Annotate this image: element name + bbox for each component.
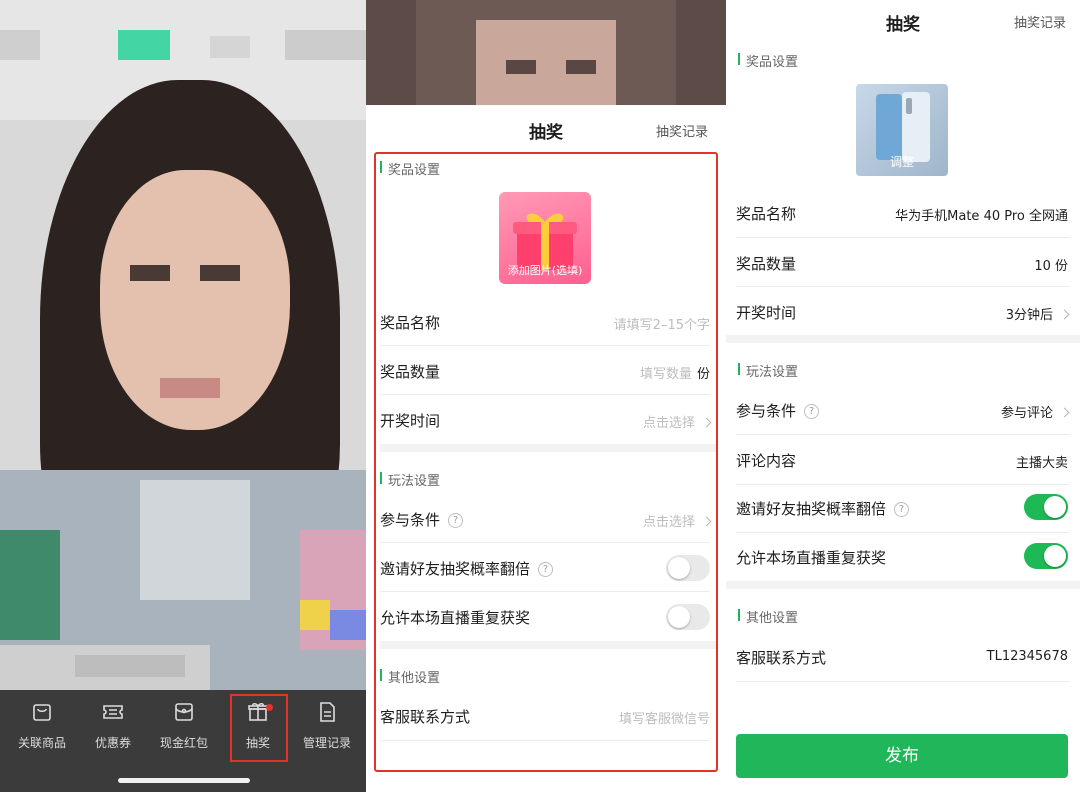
document-icon [315,700,339,724]
bag-icon [30,700,54,724]
nav-item-management[interactable]: 管理记录 [291,700,363,751]
prize-quantity-value[interactable]: 10 份 [948,255,1068,274]
customer-service-label: 客服联系方式 [736,649,827,667]
comment-content-value[interactable]: 主播大卖 [918,452,1068,471]
invite-double-chance: 邀请好友抽奖概率翻倍? [736,498,910,519]
prize-name-value[interactable]: 华为手机Mate 40 Pro 全网通 [838,205,1068,224]
nav-item-coupon[interactable]: 优惠券 [77,700,149,751]
prize-name-label: 奖品名称 [736,205,797,223]
draw-time-label: 开奖时间 [736,304,797,322]
stream-tag [118,30,170,60]
customer-service-value[interactable]: TL12345678 [908,649,1068,664]
publish-button[interactable]: 发布 [736,734,1068,778]
coupon-icon [101,700,125,724]
chevron-right-icon [1059,309,1070,320]
section-prize-settings: 奖品设置 [738,51,798,70]
invite-toggle[interactable] [1024,494,1068,520]
section-other-settings: 其他设置 [738,607,798,626]
prize-quantity-label: 奖品数量 [736,255,797,273]
repeat-win-toggle[interactable] [1024,543,1068,569]
comment-content-label: 评论内容 [736,452,797,470]
lottery-highlight-box [230,694,288,762]
lottery-form-empty: 抽奖 抽奖记录 奖品设置 添加图片(选填) 奖品名称 请填写2–15个字 奖品数… [366,0,726,792]
help-icon[interactable]: ? [894,502,910,517]
condition-select[interactable]: 参与评论 [918,402,1070,421]
nav-item-products[interactable]: 关联商品 [6,700,78,751]
section-play-settings: 玩法设置 [738,361,798,380]
allow-repeat-win-label: 允许本场直播重复获奖 [736,549,887,567]
red-packet-icon [172,700,196,724]
draw-time-select[interactable]: 3分钟后 [918,304,1070,323]
adjust-caption: 调整 [889,155,914,169]
home-indicator[interactable] [118,778,250,783]
lottery-record-link[interactable]: 抽奖记录 [1014,12,1066,31]
chevron-right-icon [1059,407,1070,418]
live-stream-screen: 关联商品 优惠券 现金红包 抽奖 管理记录 [0,0,366,792]
stream-preview [366,0,726,105]
participation-condition: 参与条件? [736,400,820,421]
lottery-record-link[interactable]: 抽奖记录 [656,121,708,140]
lottery-form-filled: 抽奖 抽奖记录 奖品设置 调整 奖品名称 华为手机Mate 40 Pro 全网通… [726,0,1080,792]
help-icon[interactable]: ? [804,404,820,419]
prize-image[interactable]: 调整 [856,84,948,176]
nav-item-red-packet[interactable]: 现金红包 [148,700,220,751]
form-highlight-frame [374,152,718,772]
